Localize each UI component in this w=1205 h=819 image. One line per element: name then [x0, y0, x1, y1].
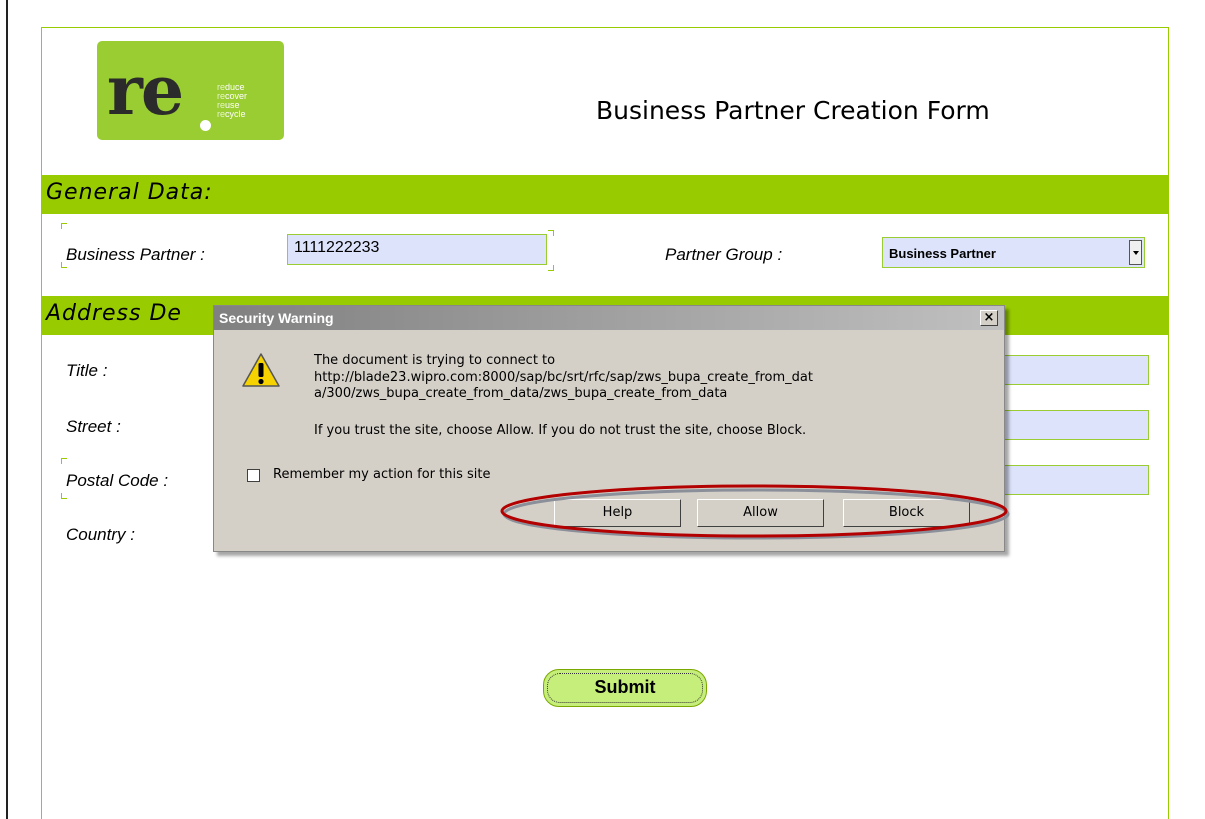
field-corner: [548, 265, 554, 271]
dialog-title: Security Warning: [219, 310, 334, 326]
dropdown-arrow-icon[interactable]: [1129, 240, 1142, 265]
remember-checkbox[interactable]: [247, 469, 260, 482]
warning-icon: [242, 353, 280, 387]
submit-label: Submit: [594, 677, 656, 697]
field-corner: [61, 223, 67, 229]
business-partner-input[interactable]: 1111222233: [287, 234, 547, 265]
logo-word-rest: cycle: [225, 109, 246, 119]
address-data-title: Address De: [46, 301, 182, 326]
logo-dot: [200, 120, 211, 131]
close-button[interactable]: ×: [980, 310, 998, 326]
logo-word-prefix: re: [217, 109, 226, 119]
street-label: Street :: [66, 417, 121, 436]
partner-group-value: Business Partner: [889, 246, 996, 261]
dialog-titlebar[interactable]: Security Warning ×: [214, 306, 1004, 330]
block-button[interactable]: Block: [843, 499, 970, 527]
re-logo: re reduce recover reuse recycle: [97, 41, 284, 140]
help-button[interactable]: Help: [554, 499, 681, 527]
postal-code-input[interactable]: [999, 465, 1149, 495]
allow-button[interactable]: Allow: [697, 499, 824, 527]
field-corner: [61, 493, 67, 499]
dialog-url-line1: http://blade23.wipro.com:8000/sap/bc/srt…: [314, 370, 813, 385]
dialog-url-line2: a/300/zws_bupa_create_from_data/zws_bupa…: [314, 386, 728, 401]
partner-group-label: Partner Group :: [665, 245, 783, 264]
general-data-title: General Data:: [46, 180, 213, 205]
title-label: Title :: [66, 361, 108, 380]
postal-code-label: Postal Code :: [66, 471, 169, 490]
dialog-message-line1: The document is trying to connect to: [314, 353, 556, 368]
logo-mark: re: [107, 51, 184, 131]
remember-label[interactable]: Remember my action for this site: [273, 467, 490, 482]
general-data-header: General Data:: [42, 175, 1168, 214]
business-partner-label: Business Partner :: [66, 245, 205, 264]
dialog-trust-message: If you trust the site, choose Allow. If …: [314, 423, 807, 438]
partner-group-select[interactable]: Business Partner: [882, 237, 1145, 268]
logo-words: reduce recover reuse recycle: [217, 83, 247, 119]
street-input[interactable]: [999, 410, 1149, 440]
logo-word-4: recycle: [217, 110, 247, 119]
field-corner: [548, 230, 554, 236]
field-corner: [61, 458, 67, 464]
country-label: Country :: [66, 525, 135, 544]
title-input[interactable]: [999, 355, 1149, 385]
submit-button[interactable]: Submit: [543, 669, 707, 707]
page-title: Business Partner Creation Form: [596, 96, 990, 125]
security-warning-dialog: Security Warning × The document is tryin…: [213, 305, 1005, 552]
